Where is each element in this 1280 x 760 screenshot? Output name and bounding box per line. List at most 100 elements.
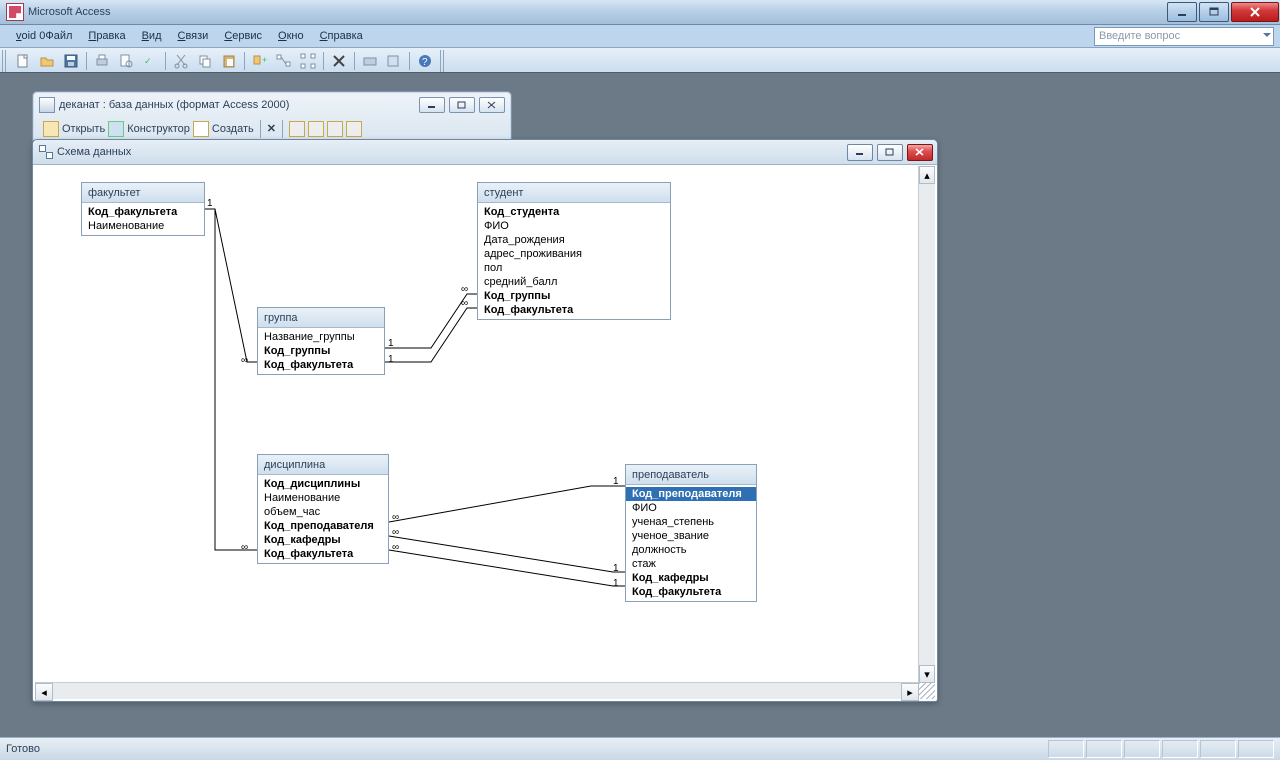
- view-large-icon[interactable]: [289, 121, 305, 137]
- table-title[interactable]: дисциплина: [258, 455, 388, 475]
- table-field[interactable]: Код_факультета: [258, 547, 388, 561]
- scroll-up-icon[interactable]: ▴: [919, 166, 935, 184]
- table-discipline[interactable]: дисциплина Код_дисциплиныНаименованиеобъ…: [257, 454, 389, 564]
- open-button[interactable]: Открыть: [62, 123, 105, 135]
- preview-icon[interactable]: [115, 50, 137, 72]
- ask-question-box[interactable]: Введите вопрос: [1094, 27, 1274, 46]
- open-icon[interactable]: [36, 50, 58, 72]
- table-title[interactable]: факультет: [82, 183, 204, 203]
- toolbar-grip[interactable]: [2, 50, 8, 72]
- table-field[interactable]: стаж: [626, 557, 756, 571]
- table-field[interactable]: Код_преподавателя: [626, 487, 756, 501]
- scroll-right-icon[interactable]: ▸: [901, 683, 919, 701]
- design-button[interactable]: Конструктор: [127, 123, 190, 135]
- table-group[interactable]: группа Название_группыКод_группыКод_факу…: [257, 307, 385, 375]
- table-field[interactable]: должность: [626, 543, 756, 557]
- table-field[interactable]: пол: [478, 261, 670, 275]
- db-minimize-button[interactable]: [419, 97, 445, 113]
- menu-help[interactable]: Справка: [312, 28, 371, 44]
- table-field[interactable]: ФИО: [626, 501, 756, 515]
- schema-canvas[interactable]: 1 ∞ ∞ 1 1 ∞ ∞ ∞ ∞ ∞ 1 1 1 факультет Код_…: [35, 166, 919, 683]
- scroll-down-icon[interactable]: ▾: [919, 665, 935, 683]
- table-field[interactable]: Код_группы: [478, 289, 670, 303]
- database-window[interactable]: деканат : база данных (формат Access 200…: [32, 91, 512, 141]
- db-maximize-button[interactable]: [449, 97, 475, 113]
- separator: [260, 120, 261, 138]
- new-icon[interactable]: [12, 50, 34, 72]
- field-list: Код_студентаФИОДата_рожденияадрес_прожив…: [478, 203, 670, 319]
- table-field[interactable]: Код_факультета: [478, 303, 670, 317]
- menu-edit[interactable]: Правка: [80, 28, 133, 44]
- table-field[interactable]: Код_факультета: [258, 358, 384, 372]
- table-student[interactable]: студент Код_студентаФИОДата_рожденияадре…: [477, 182, 671, 320]
- minimize-button[interactable]: [1167, 2, 1197, 22]
- view-small-icon[interactable]: [308, 121, 324, 137]
- show-all-icon[interactable]: [297, 50, 319, 72]
- database-toolbar: Открыть Конструктор Создать ✕: [33, 118, 511, 139]
- separator: [323, 52, 324, 70]
- table-field[interactable]: Код_группы: [258, 344, 384, 358]
- table-field[interactable]: Название_группы: [258, 330, 384, 344]
- view-details-icon[interactable]: [346, 121, 362, 137]
- show-table-icon[interactable]: +: [249, 50, 271, 72]
- table-title[interactable]: группа: [258, 308, 384, 328]
- menu-relations[interactable]: Связи: [170, 28, 217, 44]
- save-icon[interactable]: [60, 50, 82, 72]
- table-field[interactable]: Код_студента: [478, 205, 670, 219]
- cut-icon[interactable]: [170, 50, 192, 72]
- table-field[interactable]: ученое_звание: [626, 529, 756, 543]
- view-list-icon[interactable]: [327, 121, 343, 137]
- menu-view[interactable]: Вид: [134, 28, 170, 44]
- delete-icon[interactable]: [328, 50, 350, 72]
- print-icon[interactable]: [91, 50, 113, 72]
- table-field[interactable]: Код_кафедры: [258, 533, 388, 547]
- table-field[interactable]: Код_кафедры: [626, 571, 756, 585]
- table-teacher[interactable]: преподаватель Код_преподавателяФИОученая…: [625, 464, 757, 602]
- table-field[interactable]: Наименование: [258, 491, 388, 505]
- table-field[interactable]: Код_факультета: [82, 205, 204, 219]
- spell-icon[interactable]: ✓: [139, 50, 161, 72]
- db-close-button[interactable]: [479, 97, 505, 113]
- design-object-icon[interactable]: [108, 121, 124, 137]
- help-icon[interactable]: ?: [414, 50, 436, 72]
- schema-window[interactable]: Схема данных 1 ∞: [32, 139, 938, 702]
- table-field[interactable]: ученая_степень: [626, 515, 756, 529]
- table-title[interactable]: преподаватель: [626, 465, 756, 485]
- new-button[interactable]: Создать: [212, 123, 254, 135]
- table-field[interactable]: объем_час: [258, 505, 388, 519]
- menu-window[interactable]: Окно: [270, 28, 312, 44]
- table-field[interactable]: Код_преподавателя: [258, 519, 388, 533]
- toolbar-grip-end[interactable]: [440, 50, 446, 72]
- menu-file[interactable]: void 0Файл: [8, 28, 80, 44]
- new-object-icon[interactable]: [193, 121, 209, 137]
- schema-minimize-button[interactable]: [847, 144, 873, 161]
- delete-icon[interactable]: ✕: [267, 122, 276, 135]
- table-field[interactable]: средний_балл: [478, 275, 670, 289]
- card-one: 1: [613, 563, 619, 574]
- vertical-scrollbar[interactable]: ▴ ▾: [918, 166, 935, 683]
- table-field[interactable]: адрес_проживания: [478, 247, 670, 261]
- scroll-left-icon[interactable]: ◂: [35, 683, 53, 701]
- maximize-button[interactable]: [1199, 2, 1229, 22]
- resize-grip[interactable]: [919, 683, 935, 699]
- copy-icon[interactable]: [194, 50, 216, 72]
- table-field[interactable]: Код_факультета: [626, 585, 756, 599]
- table-field[interactable]: ФИО: [478, 219, 670, 233]
- print-rel-icon[interactable]: [359, 50, 381, 72]
- table-faculty[interactable]: факультет Код_факультетаНаименование: [81, 182, 205, 236]
- schema-close-button[interactable]: [907, 144, 933, 161]
- horizontal-scrollbar[interactable]: ◂ ▸: [35, 682, 919, 699]
- database-window-header[interactable]: деканат : база данных (формат Access 200…: [33, 92, 511, 118]
- schema-window-header[interactable]: Схема данных: [33, 140, 937, 165]
- table-field[interactable]: Код_дисциплины: [258, 477, 388, 491]
- table-field[interactable]: Дата_рождения: [478, 233, 670, 247]
- new-object-icon[interactable]: [383, 50, 405, 72]
- show-direct-icon[interactable]: [273, 50, 295, 72]
- schema-maximize-button[interactable]: [877, 144, 903, 161]
- table-field[interactable]: Наименование: [82, 219, 204, 233]
- menu-tools[interactable]: Сервис: [216, 28, 270, 44]
- paste-icon[interactable]: [218, 50, 240, 72]
- open-object-icon[interactable]: [43, 121, 59, 137]
- table-title[interactable]: студент: [478, 183, 670, 203]
- close-button[interactable]: [1231, 2, 1279, 22]
